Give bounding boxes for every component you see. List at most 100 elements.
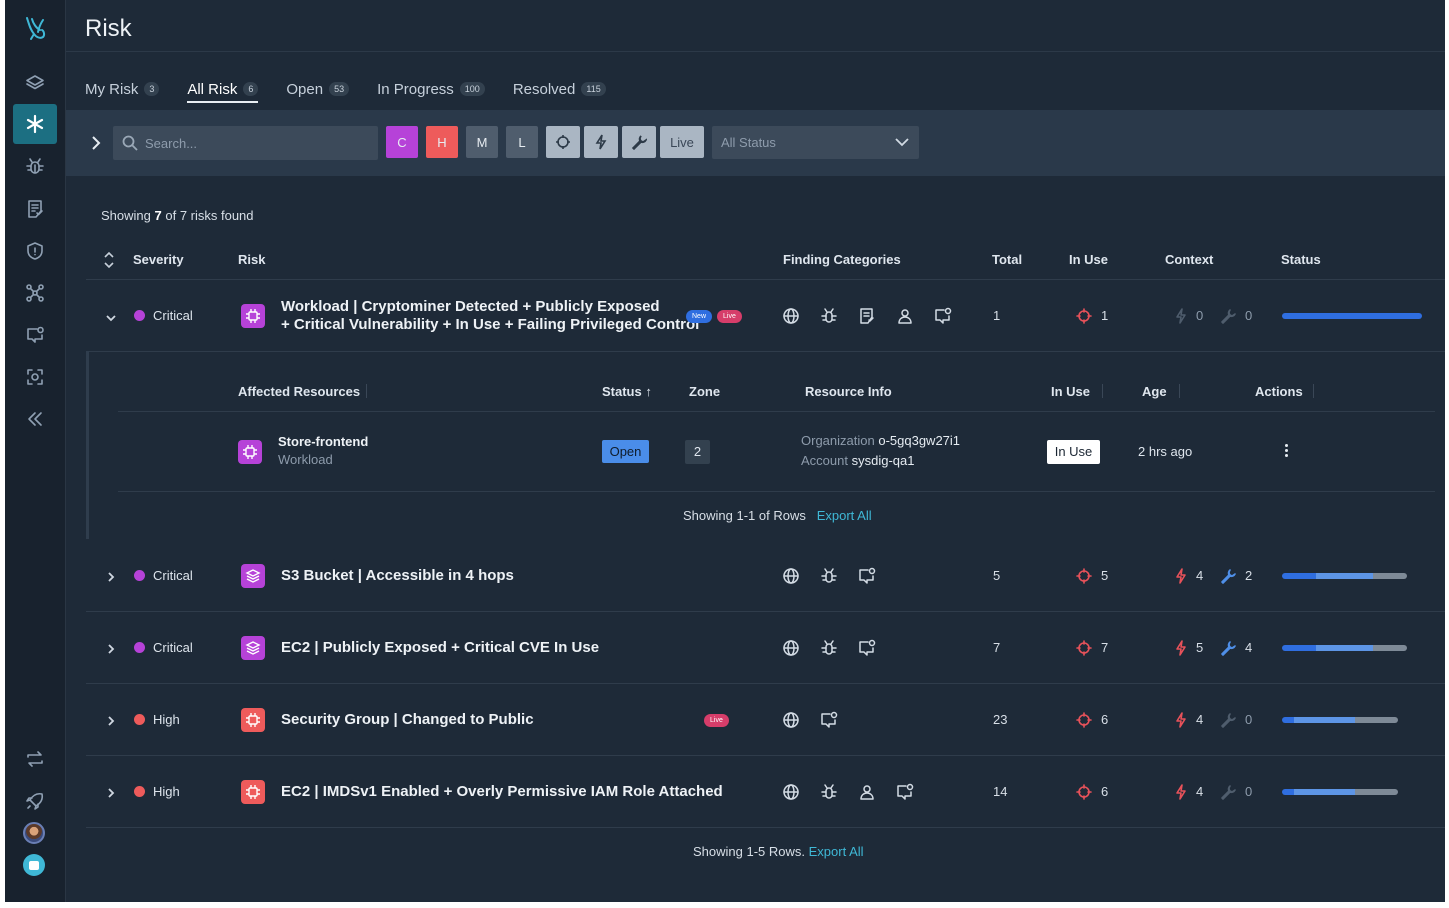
filter-in-use-chip[interactable] [546, 126, 580, 158]
export-all-link[interactable]: Export All [817, 508, 872, 523]
search-input[interactable] [145, 126, 370, 160]
total-count: 5 [993, 568, 1001, 583]
divider [1102, 384, 1103, 398]
in-use-count: 6 [1101, 712, 1109, 727]
network-icon[interactable] [13, 273, 57, 313]
sort-asc-icon: ↑ [645, 384, 652, 399]
column-header-status[interactable]: Status ↑ [602, 384, 652, 399]
risk-title[interactable]: S3 Bucket | Accessible in 4 hops [281, 567, 514, 585]
tab-my-risk[interactable]: My Risk 3 [85, 76, 160, 102]
bug-icon[interactable] [13, 147, 57, 187]
table-row[interactable]: Critical Workload | Cryptominer Detected… [86, 280, 1445, 351]
status-dropdown[interactable]: All Status [712, 126, 919, 159]
total-count: 1 [993, 308, 1001, 323]
bug-icon [820, 639, 838, 657]
filter-low-chip[interactable]: L [506, 126, 538, 158]
help-chat-icon[interactable] [23, 854, 45, 876]
status-open-pill[interactable]: Open [602, 440, 649, 463]
filter-fix-chip[interactable] [622, 126, 656, 158]
column-header-affected-resources[interactable]: Affected Resources [238, 384, 360, 399]
column-header-finding-categories[interactable]: Finding Categories [783, 252, 901, 267]
layers-icon[interactable] [13, 63, 57, 103]
collapse-icon[interactable] [13, 399, 57, 439]
tab-in-progress[interactable]: In Progress 100 [377, 76, 485, 102]
table-row[interactable]: Critical S3 Bucket | Accessible in 4 hop… [86, 540, 1445, 612]
column-header-in-use[interactable]: In Use [1069, 252, 1108, 267]
filter-medium-chip[interactable]: M [466, 126, 498, 158]
bug-icon [820, 567, 838, 585]
workload-icon [241, 304, 265, 328]
risk-title[interactable]: EC2 | Publicly Exposed + Critical CVE In… [281, 639, 599, 657]
affected-resources-panel: Affected Resources Status ↑ Zone Resourc… [86, 351, 1445, 539]
risk-title[interactable]: EC2 | IMDSv1 Enabled + Overly Permissive… [281, 783, 723, 801]
column-header-context[interactable]: Context [1165, 252, 1213, 267]
divider [118, 411, 1435, 412]
status-progress-bar [1282, 789, 1398, 795]
column-header-total[interactable]: Total [992, 252, 1022, 267]
chevron-right-icon[interactable] [105, 786, 117, 798]
sync-icon[interactable] [13, 739, 57, 779]
table-row[interactable]: Critical EC2 | Publicly Exposed + Critic… [86, 612, 1445, 684]
divider [1179, 384, 1180, 398]
user-icon [858, 783, 876, 801]
column-header-severity[interactable]: Severity [133, 252, 184, 267]
risk-title[interactable]: Workload | Cryptominer Detected + Public… [281, 298, 699, 334]
total-count: 23 [993, 712, 1008, 727]
asterisk-icon[interactable] [13, 104, 57, 144]
chevron-down-icon[interactable] [105, 311, 117, 323]
column-header-zone[interactable]: Zone [689, 384, 720, 399]
table-row[interactable]: High EC2 | IMDSv1 Enabled + Overly Permi… [86, 756, 1445, 828]
chevron-right-icon[interactable] [105, 570, 117, 582]
workload-icon [238, 440, 262, 464]
tab-count: 100 [459, 82, 485, 96]
column-header-resource-info[interactable]: Resource Info [805, 384, 892, 399]
table-row[interactable]: High Security Group | Changed to Public … [86, 684, 1445, 756]
filter-critical-chip[interactable]: C [386, 126, 418, 158]
instance-icon [241, 780, 265, 804]
tab-count: 115 [581, 82, 606, 96]
column-header-age[interactable]: Age [1142, 384, 1167, 399]
export-all-link[interactable]: Export All [809, 844, 864, 859]
main-content: Risk My Risk 3 All Risk 6 Open 53 In Progre… [66, 0, 1445, 902]
lightning-icon [1173, 568, 1189, 584]
search-field[interactable] [113, 126, 378, 160]
filter-high-chip[interactable]: H [426, 126, 458, 158]
more-actions-icon[interactable] [1282, 442, 1290, 462]
sort-icon[interactable] [104, 251, 114, 269]
scan-icon[interactable] [13, 357, 57, 397]
tab-all-risk[interactable]: All Risk 6 [187, 76, 259, 103]
exploit-count: 4 [1196, 568, 1204, 583]
chat-icon[interactable] [13, 315, 57, 355]
search-icon [122, 135, 138, 151]
divider [366, 384, 367, 398]
rocket-icon[interactable] [13, 781, 57, 821]
lightning-icon [1173, 712, 1189, 728]
bug-icon [820, 307, 838, 325]
column-header-in-use[interactable]: In Use [1051, 384, 1090, 399]
chevron-down-icon [895, 138, 909, 147]
wrench-icon [1220, 568, 1236, 584]
column-header-risk[interactable]: Risk [238, 252, 265, 267]
risk-title[interactable]: Security Group | Changed to Public [281, 711, 534, 729]
chat-icon [858, 639, 876, 657]
status-progress-bar [1282, 313, 1422, 319]
user-avatar[interactable] [23, 822, 45, 844]
report-icon[interactable] [13, 189, 57, 229]
resource-name[interactable]: Store-frontend [278, 434, 368, 449]
logo-icon[interactable] [13, 10, 57, 50]
chevron-right-icon[interactable] [105, 642, 117, 654]
severity-label: High [153, 712, 180, 727]
filter-exploit-chip[interactable] [584, 126, 618, 158]
expand-filters-button[interactable] [88, 133, 106, 153]
filter-live-chip[interactable]: Live [660, 126, 704, 158]
tab-count: 6 [243, 82, 259, 96]
tab-resolved[interactable]: Resolved 115 [513, 76, 606, 102]
results-summary: Showing 7 of 7 risks found [101, 208, 254, 223]
tab-open[interactable]: Open 53 [286, 76, 350, 102]
chevron-right-icon[interactable] [105, 714, 117, 726]
organization-info: Organization o-5gq3gw27i1 [801, 433, 961, 448]
severity-dot [134, 714, 145, 725]
shield-icon[interactable] [13, 231, 57, 271]
wrench-icon [631, 135, 647, 150]
column-header-status[interactable]: Status [1281, 252, 1321, 267]
